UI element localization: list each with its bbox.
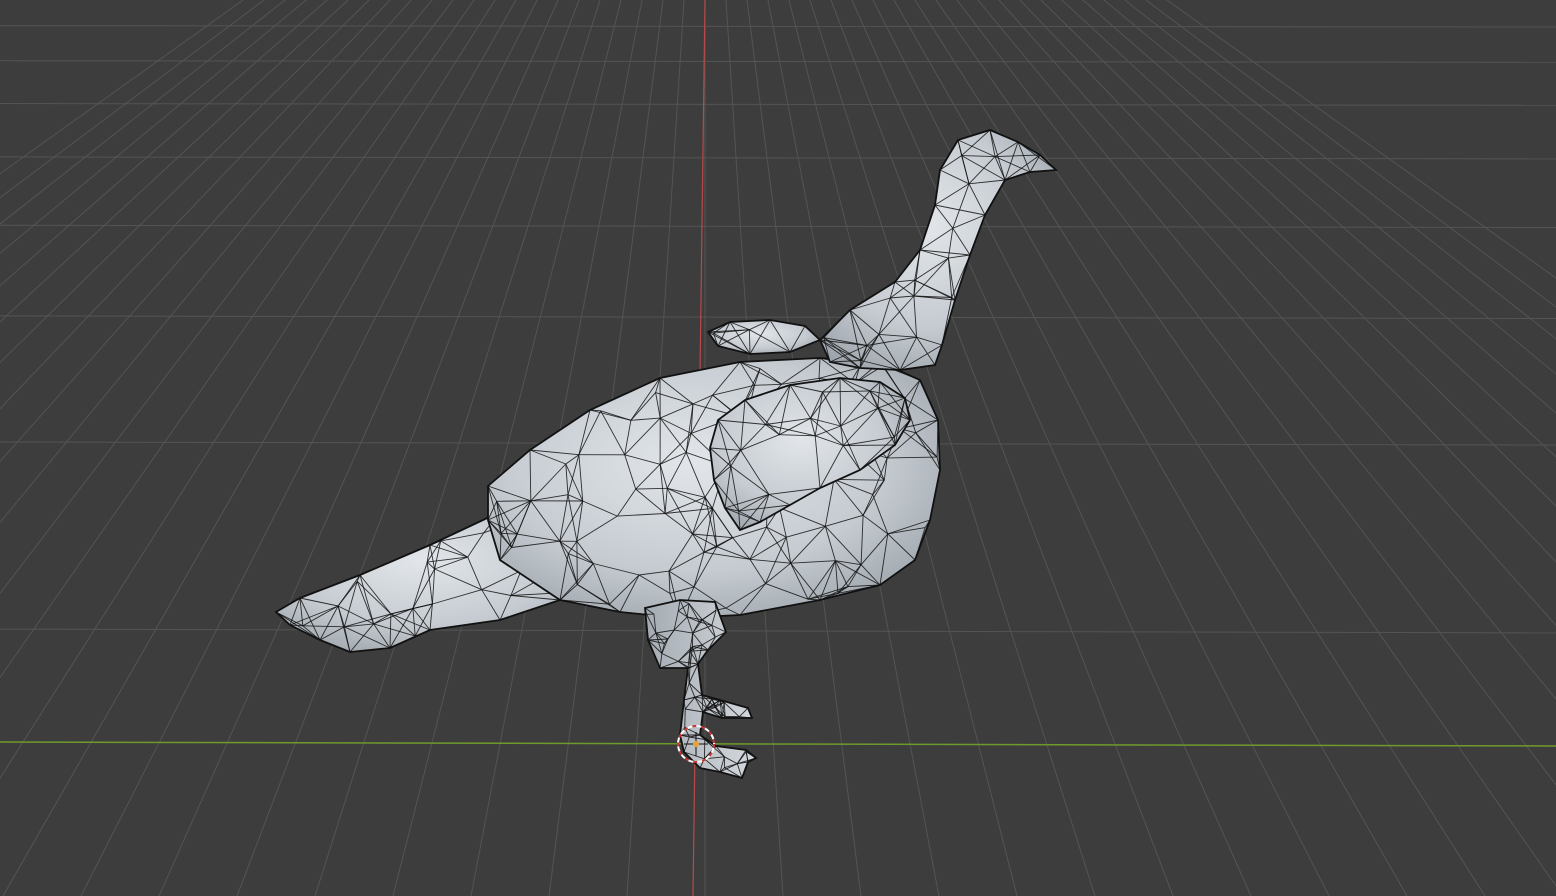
viewport-canvas[interactable] — [0, 0, 1556, 896]
object-origin-icon — [693, 741, 699, 747]
x-axis-line — [0, 741, 1556, 747]
bird-mesh[interactable] — [274, 129, 1059, 780]
bird-back-wing — [706, 319, 822, 355]
3d-viewport[interactable] — [0, 0, 1556, 896]
bird-neck — [818, 129, 1059, 371]
bird-leg — [644, 599, 758, 780]
